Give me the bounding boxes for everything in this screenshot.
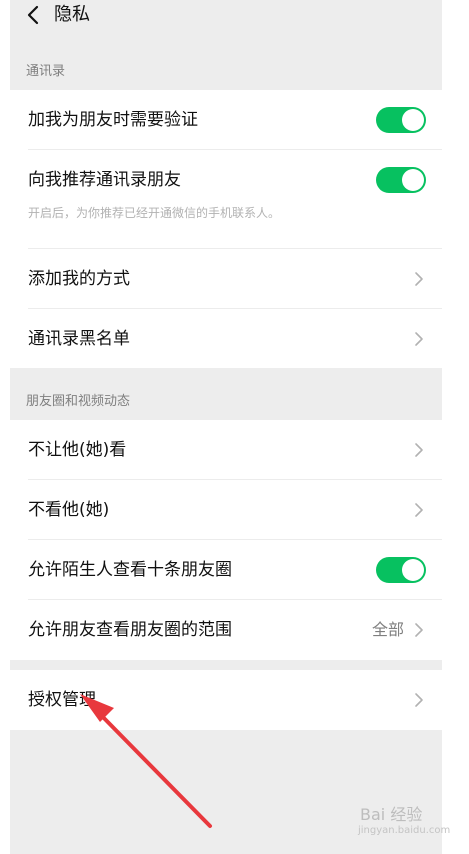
row-label: 添加我的方式 — [28, 269, 130, 289]
toggle-knob — [402, 169, 424, 191]
baidu-watermark: Bai 经验 jingyan.baidu.com — [352, 803, 452, 843]
privacy-screen: 隐私 通讯录 加我为朋友时需要验证 向我推荐通讯录朋友 开启后，为你推荐已经开通… — [10, 0, 442, 854]
chevron-right-icon — [415, 443, 423, 457]
page-title: 隐私 — [54, 4, 90, 25]
row-verify-friend[interactable]: 加我为朋友时需要验证 — [10, 90, 442, 150]
row-description: 开启后，为你推荐已经开通微信的手机联系人。 — [28, 206, 281, 220]
chevron-right-icon — [415, 693, 423, 707]
section-label-contacts: 通讯录 — [26, 64, 66, 79]
row-label: 向我推荐通讯录朋友 — [28, 170, 181, 190]
chevron-right-icon — [415, 623, 423, 637]
row-label: 不看他(她) — [28, 500, 110, 520]
row-auth-management[interactable]: 授权管理 — [10, 670, 442, 730]
range-value: 全部 — [371, 620, 404, 639]
section-label-moments: 朋友圈和视频动态 — [26, 394, 131, 409]
auth-group: 授权管理 — [10, 670, 442, 730]
back-arrow-icon[interactable] — [24, 4, 44, 26]
verify-friend-toggle[interactable] — [376, 107, 426, 133]
row-moments-range[interactable]: 允许朋友查看朋友圈的范围 全部 — [10, 600, 442, 660]
chevron-right-icon — [415, 272, 423, 286]
watermark-text: Bai 经验 — [360, 805, 423, 824]
row-recommend-contacts[interactable]: 向我推荐通讯录朋友 开启后，为你推荐已经开通微信的手机联系人。 — [10, 150, 442, 248]
row-label: 加我为朋友时需要验证 — [28, 110, 198, 130]
row-add-methods[interactable]: 添加我的方式 — [10, 249, 442, 309]
chevron-right-icon — [415, 503, 423, 517]
recommend-contacts-toggle[interactable] — [376, 167, 426, 193]
moments-group: 不让他(她)看 不看他(她) 允许陌生人查看十条朋友圈 允许朋友查看朋友圈的范围… — [10, 420, 442, 660]
toggle-knob — [402, 559, 424, 581]
row-blacklist[interactable]: 通讯录黑名单 — [10, 309, 442, 368]
row-label: 授权管理 — [28, 690, 96, 710]
row-label: 允许朋友查看朋友圈的范围 — [28, 620, 232, 640]
row-stranger-view[interactable]: 允许陌生人查看十条朋友圈 — [10, 540, 442, 600]
chevron-right-icon — [415, 332, 423, 346]
row-hide-from[interactable]: 不让他(她)看 — [10, 420, 442, 480]
watermark-subtext: jingyan.baidu.com — [358, 825, 451, 836]
row-label: 允许陌生人查看十条朋友圈 — [28, 560, 232, 580]
row-label: 通讯录黑名单 — [28, 329, 130, 349]
toggle-knob — [402, 109, 424, 131]
row-hide-their[interactable]: 不看他(她) — [10, 480, 442, 540]
nav-header: 隐私 — [10, 0, 442, 30]
stranger-view-toggle[interactable] — [376, 557, 426, 583]
row-label: 不让他(她)看 — [28, 440, 127, 460]
contacts-group: 加我为朋友时需要验证 向我推荐通讯录朋友 开启后，为你推荐已经开通微信的手机联系… — [10, 90, 442, 368]
